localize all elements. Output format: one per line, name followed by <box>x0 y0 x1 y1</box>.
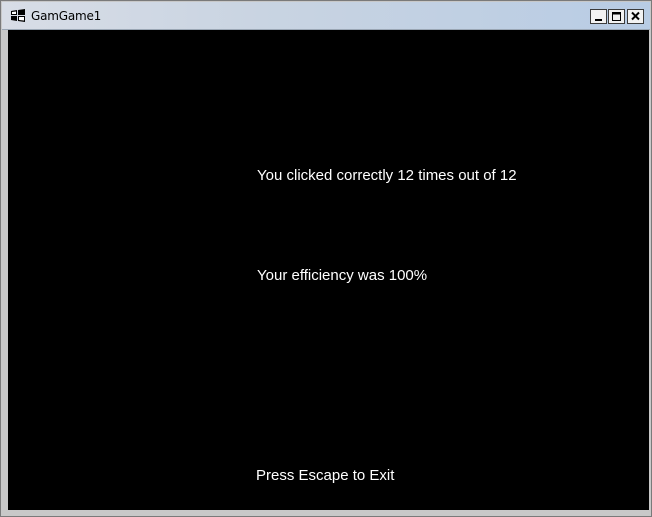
exit-hint-text: Press Escape to Exit <box>256 467 395 484</box>
close-icon <box>631 11 640 21</box>
windows-flag-icon[interactable] <box>10 8 26 24</box>
minimize-button[interactable] <box>590 9 607 24</box>
maximize-button[interactable] <box>608 9 625 24</box>
title-bar[interactable]: GamGame1 <box>2 2 650 30</box>
game-window: GamGame1 You clicked correctly 12 times … <box>0 0 652 517</box>
maximize-icon <box>612 12 621 21</box>
efficiency-text: Your efficiency was 100% <box>257 267 428 284</box>
close-button[interactable] <box>627 9 644 24</box>
result-text: You clicked correctly 12 times out of 12 <box>257 167 517 184</box>
window-title: GamGame1 <box>31 9 102 23</box>
minimize-icon <box>595 19 602 21</box>
game-canvas[interactable]: You clicked correctly 12 times out of 12… <box>8 30 649 510</box>
